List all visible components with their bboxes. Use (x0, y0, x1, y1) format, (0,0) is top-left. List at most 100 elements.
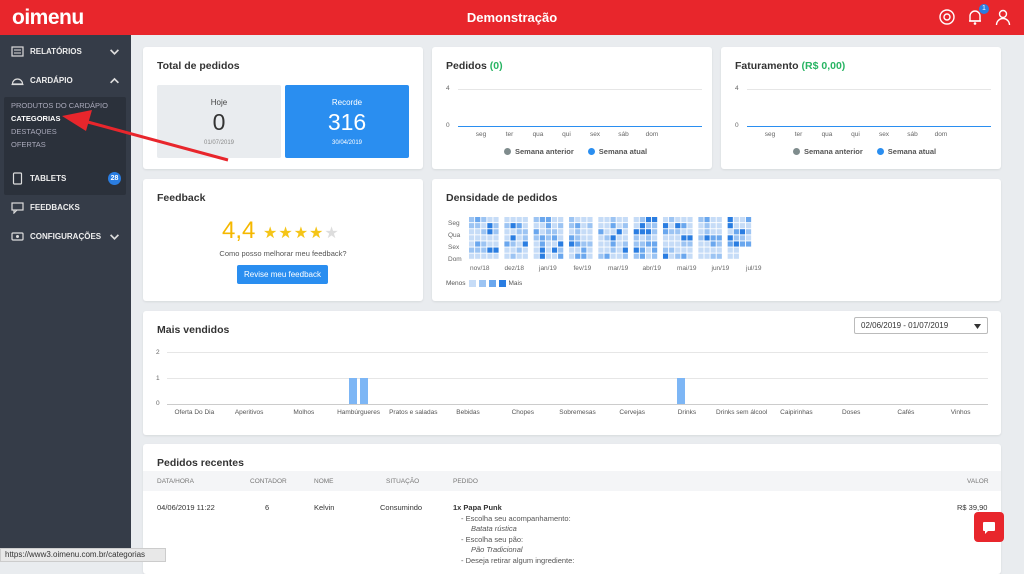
series-line (747, 126, 991, 127)
heatmap-cell (616, 253, 622, 259)
heatmap-cell (510, 229, 516, 235)
y-tick: 0 (735, 122, 739, 129)
legend-less: Menos (446, 280, 466, 287)
heatmap-cell (675, 217, 681, 223)
heatmap-cell (522, 247, 528, 253)
heatmap-cell (727, 229, 733, 235)
heatmap-cell (675, 223, 681, 229)
x-tick-label: sáb (618, 131, 629, 138)
heatmap-cell (510, 241, 516, 247)
heatmap-cell (716, 223, 722, 229)
heatmap-cell (539, 253, 545, 259)
heatmap-cell (616, 241, 622, 247)
date-range-select[interactable]: 02/06/2019 - 01/07/2019 (854, 317, 988, 334)
heatmap (469, 217, 752, 259)
heatmap-cell (516, 223, 522, 229)
x-axis-line (167, 404, 988, 405)
heatmap-cell (604, 223, 610, 229)
legend-curr[interactable]: Semana atual (587, 147, 647, 156)
heatmap-cell (558, 217, 564, 223)
cell-option: - Escolha seu pão: (461, 535, 524, 544)
heatmap-cell (698, 253, 704, 259)
heatmap-cell (598, 247, 604, 253)
heatmap-cell (687, 217, 693, 223)
heatmap-cell (469, 217, 475, 223)
heatmap-cell (587, 235, 593, 241)
heatmap-cell (716, 235, 722, 241)
heatmap-cell (669, 247, 675, 253)
heatmap-cell (669, 217, 675, 223)
legend-curr[interactable]: Semana atual (876, 147, 936, 156)
col-header[interactable]: DATA/HORA (157, 478, 194, 485)
heatmap-cell (493, 217, 499, 223)
feedback-panel: Feedback 4,4 ★★★★★ Como posso melhorar m… (143, 179, 423, 301)
heatmap-cell (633, 241, 639, 247)
star-icon: ★ (293, 225, 310, 242)
bell-icon[interactable]: 1 (966, 4, 989, 26)
heatmap-cell (681, 229, 687, 235)
heatmap-cell (533, 241, 539, 247)
gridline (747, 89, 991, 90)
heatmap-cell (475, 253, 481, 259)
heatmap-cell (733, 235, 739, 241)
sidebar-item-configuracoes[interactable]: CONFIGURAÇÕES (0, 224, 131, 248)
heatmap-cell (516, 229, 522, 235)
heatmap-cell (652, 253, 658, 259)
pedidos-count: (0) (489, 60, 503, 72)
heatmap-cell (675, 241, 681, 247)
heatmap-cell (681, 235, 687, 241)
heatmap-cell (698, 229, 704, 235)
heatmap-cell (622, 253, 628, 259)
cell-option-value: Pão Tradicional (471, 545, 523, 554)
col-header[interactable]: PEDIDO (453, 478, 478, 485)
chart-bar[interactable] (359, 378, 368, 404)
chat-button[interactable] (974, 512, 1004, 542)
heatmap-cell (669, 235, 675, 241)
heatmap-cell (539, 229, 545, 235)
heatmap-cell (575, 223, 581, 229)
heatmap-cell (487, 235, 493, 241)
chart-bar[interactable] (676, 378, 685, 404)
heatmap-cell (487, 229, 493, 235)
heatmap-cell (522, 223, 528, 229)
x-tick-label: Cervejas (619, 409, 646, 416)
chart-bar[interactable] (348, 378, 357, 404)
heatmap-cell (558, 247, 564, 253)
chart-legend: Semana anterior Semana atual (504, 147, 647, 156)
x-tick-label: qua (532, 131, 544, 138)
revise-feedback-button[interactable]: Revise meu feedback (237, 265, 328, 284)
legend-prev[interactable]: Semana anterior (504, 147, 574, 156)
col-header[interactable]: CONTADOR (250, 478, 287, 485)
heatmap-month-label: jan/19 (539, 265, 557, 272)
x-tick-label: Cafés (897, 409, 915, 416)
heatmap-cell (662, 223, 669, 229)
heatmap-cell (710, 223, 716, 229)
sidebar-item-feedbacks[interactable]: FEEDBACKS (0, 195, 131, 219)
panel-title: Mais vendidos (157, 324, 230, 336)
legend-prev[interactable]: Semana anterior (793, 147, 863, 156)
heatmap-cell (698, 217, 704, 223)
heatmap-cell (475, 217, 481, 223)
heatmap-cell (604, 241, 610, 247)
user-icon[interactable] (994, 8, 1012, 26)
y-tick: 2 (156, 349, 160, 356)
x-tick-label: Molhos (293, 409, 315, 416)
heatmap-cell (745, 229, 752, 235)
heatmap-cell (504, 247, 510, 253)
heatmap-cell (504, 235, 510, 241)
col-header[interactable]: SITUAÇÃO (386, 478, 419, 485)
support-icon[interactable] (938, 8, 956, 26)
col-header[interactable]: VALOR (967, 478, 989, 485)
y-tick: 0 (156, 400, 160, 407)
heatmap-cell (704, 247, 710, 253)
heatmap-cell (481, 241, 487, 247)
heatmap-cell (687, 241, 693, 247)
heatmap-cell (616, 229, 622, 235)
heatmap-cell (533, 229, 539, 235)
heatmap-cell (551, 223, 558, 229)
heatmap-cell (516, 253, 522, 259)
heatmap-cell (604, 253, 610, 259)
col-header[interactable]: NOME (314, 478, 334, 485)
heatmap-cell (510, 217, 516, 223)
heatmap-cell (581, 235, 587, 241)
